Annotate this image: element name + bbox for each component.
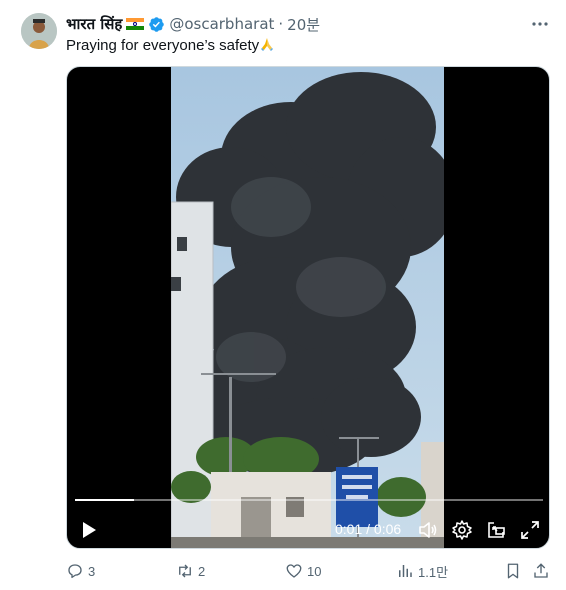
india-flag-icon	[126, 18, 145, 30]
views-chart-icon	[399, 565, 412, 577]
reply-count: 3	[88, 563, 96, 579]
tweet-text-body: Praying for everyone’s safety	[66, 37, 260, 54]
repost-count: 2	[198, 563, 206, 579]
video-progress-fill	[75, 499, 134, 501]
tweet-action-bar: 3 2 10 1.1만	[0, 560, 566, 584]
like-count: 10	[307, 563, 322, 579]
share-icon[interactable]	[532, 560, 550, 582]
video-current-time: 0:01	[335, 521, 363, 537]
heart-icon	[286, 564, 302, 578]
separator-dot: ·	[278, 15, 284, 33]
video-frame[interactable]	[171, 67, 444, 548]
video-time-separator: /	[362, 521, 374, 537]
tweet-timestamp[interactable]: 20분	[287, 14, 320, 35]
tweet-text: Praying for everyone’s safety	[66, 36, 275, 55]
reply-button[interactable]: 3	[66, 560, 95, 582]
bookmark-icon[interactable]	[504, 560, 522, 582]
views-button[interactable]: 1.1만	[396, 560, 448, 582]
repost-icon	[179, 564, 191, 578]
verified-badge-icon[interactable]	[148, 16, 165, 33]
repost-button[interactable]: 2	[176, 560, 205, 582]
video-player[interactable]: 0:01 / 0:06	[66, 66, 550, 549]
video-duration: 0:06	[373, 521, 402, 537]
folded-hands-icon	[261, 38, 274, 51]
views-count: 1.1만	[418, 564, 449, 580]
video-progress-bar[interactable]	[75, 499, 543, 501]
video-time: 0:01 / 0:06	[335, 519, 401, 539]
author-name[interactable]: भारत सिंह	[66, 14, 122, 34]
fullscreen-icon[interactable]	[519, 519, 541, 541]
avatar[interactable]	[21, 13, 57, 49]
play-icon[interactable]	[77, 519, 99, 541]
tweet-header: भारत सिंह @oscarbharat · 20분	[66, 14, 320, 34]
reply-icon	[68, 564, 82, 579]
volume-icon[interactable]	[417, 519, 439, 541]
author-handle[interactable]: @oscarbharat	[169, 15, 274, 33]
more-options-icon[interactable]	[530, 14, 550, 34]
like-button[interactable]: 10	[285, 560, 321, 582]
picture-in-picture-icon[interactable]	[485, 519, 507, 541]
settings-icon[interactable]	[451, 519, 473, 541]
